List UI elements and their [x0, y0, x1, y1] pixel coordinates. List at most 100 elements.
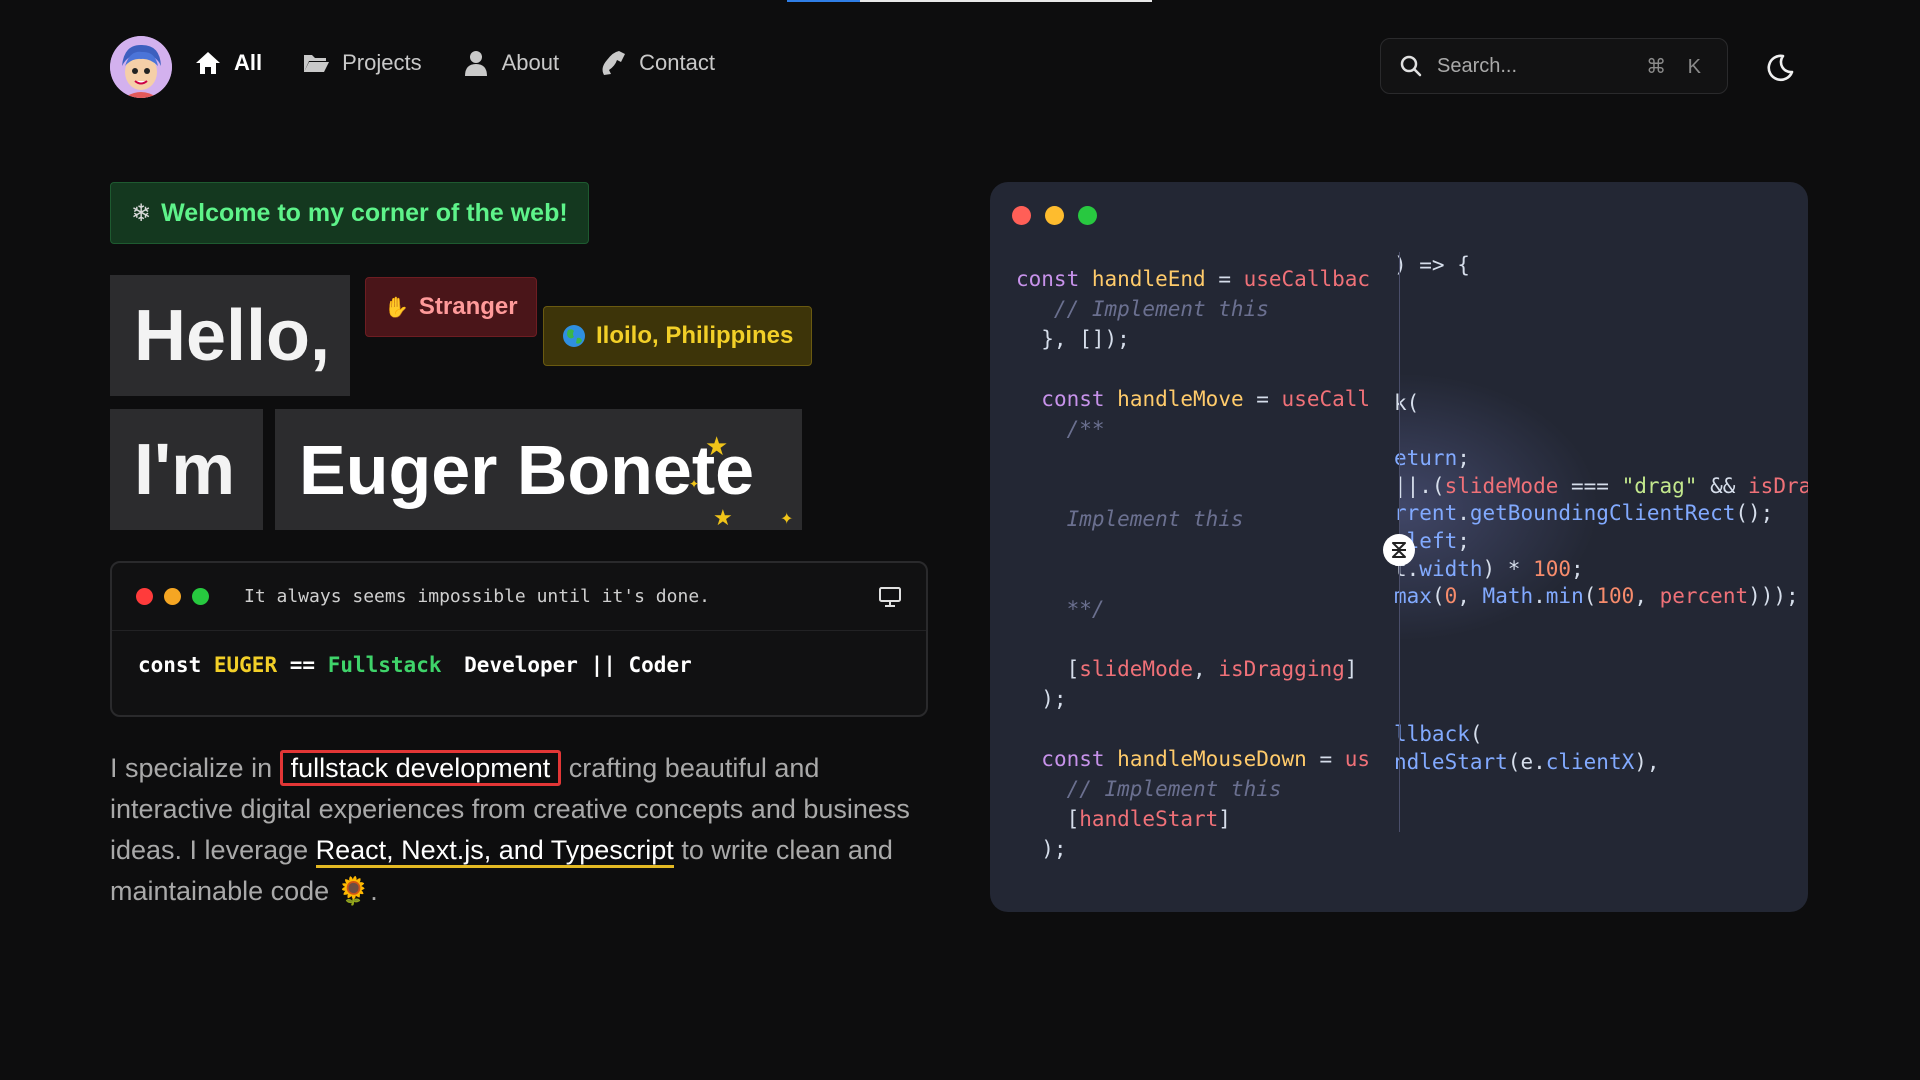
- code-line: k(: [1394, 390, 1420, 415]
- globe-icon: [563, 325, 585, 347]
- search-icon: [1400, 55, 1422, 77]
- nav-label: All: [234, 50, 263, 75]
- bio-text: I specialize in: [110, 753, 273, 783]
- sunflower-icon: 🌻: [336, 876, 371, 906]
- code-role: Fullstack: [327, 653, 442, 677]
- code-line: const handleEnd = useCallbac: [1016, 267, 1371, 291]
- code-line: llback(: [1394, 722, 1483, 747]
- im-text: I'm: [134, 429, 236, 510]
- stranger-tag: ✋ Stranger: [365, 277, 537, 337]
- terminal-header: It always seems impossible until it's do…: [112, 563, 926, 631]
- nav-label: Contact: [639, 50, 715, 75]
- terminal-code: const EUGER == Fullstack Developer || Co…: [112, 631, 926, 699]
- welcome-text: Welcome to my corner of the web!: [161, 198, 568, 227]
- code-line: max(0, Math.min(100, percent)));: [1394, 584, 1799, 609]
- code-line: t.width) * 100;: [1394, 556, 1584, 581]
- reading-progress-bar: [787, 0, 1152, 2]
- nav-item-contact[interactable]: Contact: [599, 50, 715, 76]
- avatar[interactable]: [110, 36, 172, 98]
- code-line: ndleStart(e.clientX),: [1394, 749, 1660, 774]
- code-rest: Developer || Coder: [464, 653, 692, 677]
- code-operator: ==: [289, 653, 316, 677]
- hello-text: Hello,: [134, 295, 331, 376]
- im-heading: I'm: [110, 409, 263, 530]
- bio-paragraph: I specialize in fullstack development cr…: [110, 748, 930, 912]
- theme-toggle-button[interactable]: [1760, 48, 1800, 88]
- window-controls: [1012, 206, 1097, 225]
- code-left-pane: const handleEnd = useCallbac // Implemen…: [1016, 264, 1370, 864]
- code-line: **/: [1016, 597, 1105, 621]
- reading-progress-fill: [787, 0, 860, 2]
- code-line: );: [1016, 837, 1067, 861]
- user-icon: [464, 51, 487, 76]
- maximize-dot[interactable]: [1078, 206, 1097, 225]
- terminal-card: It always seems impossible until it's do…: [110, 561, 928, 717]
- name-heading: Euger Bonete ★ ★ ✦ ✦: [275, 409, 802, 530]
- terminal-quote: It always seems impossible until it's do…: [244, 586, 710, 607]
- home-icon: [196, 52, 220, 74]
- bio-end: .: [370, 876, 378, 906]
- minimize-dot[interactable]: [1045, 206, 1064, 225]
- gear-icon: ❄: [131, 199, 152, 227]
- sparkle-icon: ★: [705, 431, 729, 461]
- code-line: rrent.getBoundingClientRect();: [1394, 501, 1774, 526]
- location-tag: Iloilo, Philippines: [543, 306, 813, 366]
- code-line: const handleMove = useCall: [1041, 387, 1371, 411]
- code-line: /**: [1016, 417, 1105, 441]
- code-line: .left;: [1394, 528, 1470, 553]
- code-line: const handleMouseDown = us: [1041, 747, 1371, 771]
- sparkle-icon: ✦: [780, 511, 794, 528]
- drag-handle-icon: [1392, 542, 1406, 558]
- phone-icon: [602, 51, 626, 75]
- code-line: );: [1016, 687, 1067, 711]
- sparkle-icon: ★: [713, 505, 733, 530]
- code-line: Implement this: [1016, 507, 1244, 531]
- code-line: [handleStart]: [1016, 807, 1231, 831]
- search-placeholder: Search...: [1437, 54, 1518, 77]
- location-text: Iloilo, Philippines: [596, 322, 794, 349]
- code-line: }, []);: [1016, 327, 1130, 351]
- code-line: ) => {: [1394, 253, 1470, 277]
- highlight-fullstack: fullstack development: [279, 750, 562, 786]
- maximize-dot[interactable]: [192, 588, 209, 605]
- code-keyword: const: [138, 653, 202, 677]
- hello-heading: Hello,: [110, 275, 350, 396]
- code-variable: EUGER: [213, 653, 278, 677]
- nav-item-about[interactable]: About: [462, 50, 560, 76]
- name-text: Euger Bonete: [299, 430, 755, 509]
- top-navigation: All Projects About Contact Search... ⌘ K: [110, 36, 1920, 98]
- code-line: [slideMode, isDragging]: [1016, 657, 1358, 681]
- code-right-pane: ) => { k( eturn; ||.(slideMode === "drag"…: [1394, 252, 1808, 776]
- compare-slider-handle[interactable]: [1383, 534, 1415, 566]
- nav-item-projects[interactable]: Projects: [302, 50, 422, 76]
- search-input[interactable]: Search... ⌘ K: [1380, 38, 1728, 94]
- nav-item-all[interactable]: All: [194, 50, 262, 76]
- search-shortcut: ⌘ K: [1646, 55, 1709, 78]
- minimize-dot[interactable]: [164, 588, 181, 605]
- close-dot[interactable]: [1012, 206, 1031, 225]
- monitor-icon[interactable]: [878, 586, 902, 608]
- sparkle-icon: ✦: [689, 477, 700, 491]
- nav-label: About: [501, 50, 560, 75]
- hand-icon: ✋: [384, 296, 409, 319]
- nav-label: Projects: [342, 50, 422, 75]
- highlight-stack: React, Next.js, and Typescript: [315, 835, 674, 868]
- welcome-badge: ❄ Welcome to my corner of the web!: [110, 182, 589, 244]
- code-compare-panel[interactable]: const handleEnd = useCallbac // Implemen…: [990, 182, 1808, 912]
- close-dot[interactable]: [136, 588, 153, 605]
- code-line: // Implement this: [1016, 297, 1269, 321]
